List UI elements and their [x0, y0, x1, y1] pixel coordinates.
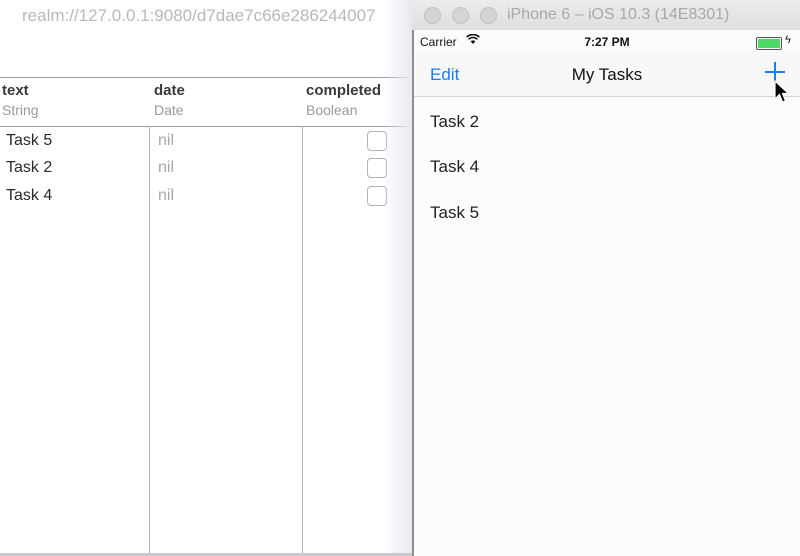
simulator-titlebar: iPhone 6 – iOS 10.3 (14E8301) — [412, 0, 800, 30]
zoom-window-button[interactable] — [480, 7, 497, 24]
cell-date[interactable]: nil — [158, 186, 174, 206]
column-header-text[interactable]: text String — [2, 82, 39, 120]
cell-text[interactable]: Task 4 — [6, 186, 52, 206]
task-list-item[interactable]: Task 5 — [430, 203, 479, 223]
close-window-button[interactable] — [424, 7, 441, 24]
battery-level-fill — [758, 39, 780, 48]
task-list-item[interactable]: Task 2 — [430, 112, 479, 132]
window-edge-shadow — [382, 0, 412, 556]
column-header-completed[interactable]: completed Boolean — [306, 82, 381, 120]
status-bar: Carrier 7:27 PM ϟ — [414, 30, 800, 52]
task-list-item[interactable]: Task 4 — [430, 157, 479, 177]
cell-text[interactable]: Task 5 — [6, 131, 52, 151]
column-type: Boolean — [306, 102, 358, 118]
column-name: date — [154, 82, 185, 99]
column-name: text — [2, 82, 29, 99]
iphone-screen: Carrier 7:27 PM ϟ Edit My Tasks Task 2 T… — [412, 30, 800, 556]
simulator-window-title: iPhone 6 – iOS 10.3 (14E8301) — [507, 6, 730, 23]
battery-icon — [756, 37, 782, 50]
realm-browser-window: realm://127.0.0.1:9080/d7dae7c66e2862440… — [0, 0, 412, 556]
realm-window-title: realm://127.0.0.1:9080/d7dae7c66e2862440… — [22, 6, 376, 25]
status-time: 7:27 PM — [584, 35, 630, 49]
minimize-window-button[interactable] — [452, 7, 469, 24]
column-type: String — [2, 102, 39, 118]
mouse-cursor-icon — [774, 80, 790, 103]
table-header: text String date Date completed Boolean — [0, 77, 412, 127]
navigation-bar: Edit My Tasks — [414, 52, 800, 97]
column-divider — [149, 126, 150, 556]
nav-title: My Tasks — [571, 65, 643, 84]
cell-date[interactable]: nil — [158, 158, 174, 178]
column-name: completed — [306, 82, 382, 99]
cell-date[interactable]: nil — [158, 131, 174, 151]
column-divider — [302, 126, 303, 556]
charging-bolt-icon: ϟ — [785, 34, 791, 46]
cell-text[interactable]: Task 2 — [6, 158, 52, 178]
column-type: Date — [154, 102, 184, 118]
column-header-date[interactable]: date Date — [154, 82, 185, 120]
